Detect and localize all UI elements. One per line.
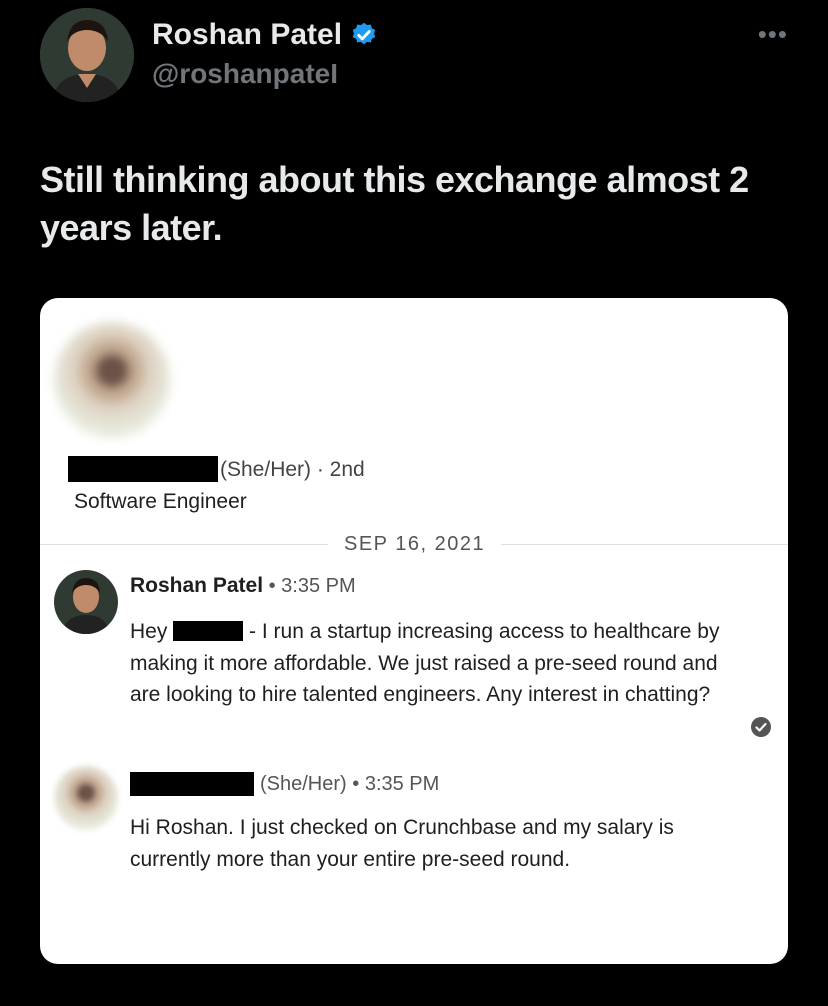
message-body-prefix: Hey [130,620,168,643]
author-name[interactable]: Roshan Patel [152,16,378,54]
attached-image[interactable]: (She/Her) · 2nd Software Engineer SEP 16… [40,298,788,964]
author-avatar[interactable] [40,8,134,102]
redacted-recipient [173,621,244,641]
more-horizontal-icon[interactable]: ••• [758,20,788,48]
reply-avatar [54,766,118,830]
message-body: Hi Roshan. I just checked on Crunchbase … [130,816,674,871]
date-separator: SEP 16, 2021 [328,530,502,558]
message-header: Roshan Patel • 3:35 PM [130,572,356,600]
author-name-text[interactable]: Roshan Patel [152,16,342,54]
profile-headline: Software Engineer [74,490,247,513]
profile-pronoun-degree: (She/Her) · 2nd [220,458,365,481]
profile-avatar [54,322,170,438]
author-handle[interactable]: @roshanpateI [152,56,338,92]
message-time: • 3:35 PM [263,575,356,597]
message-pronoun: (She/Her) [260,773,347,795]
message-time: • 3:35 PM [346,773,440,795]
redacted-name [130,772,254,796]
message-body: Hey - I run a startup increasing access … [130,616,730,711]
message-sender: Roshan Patel [130,574,264,597]
sender-avatar [54,570,118,634]
read-receipt-icon [751,717,771,737]
verified-badge-icon [352,22,376,45]
tweet-text: Still thinking about this exchange almos… [40,159,749,248]
redacted-name [68,456,218,482]
message-header: (She/Her) • 3:35 PM [260,770,439,798]
